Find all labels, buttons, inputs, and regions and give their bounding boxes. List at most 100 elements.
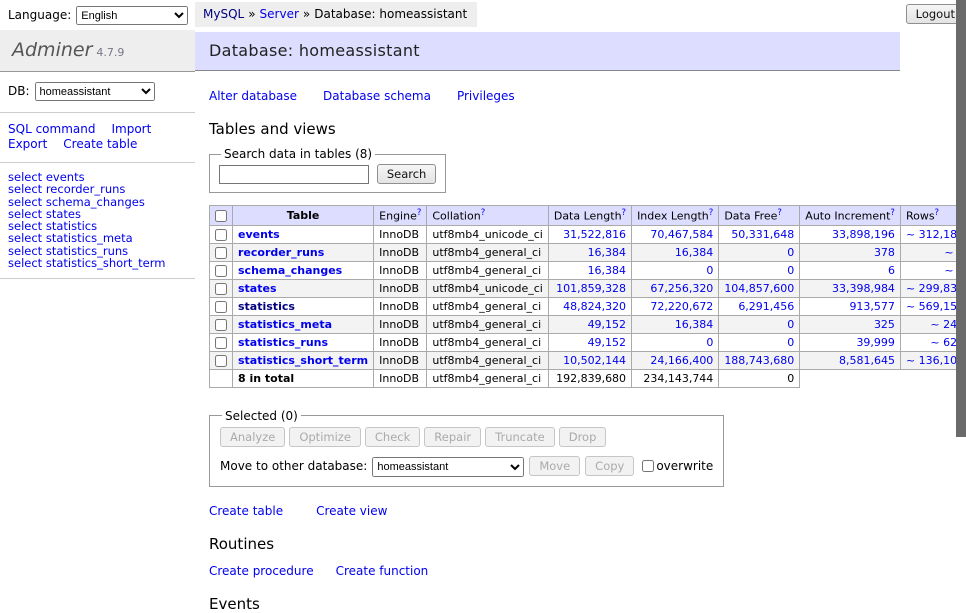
- analyze-button[interactable]: Analyze: [220, 427, 285, 447]
- app-version[interactable]: 4.7.9: [96, 46, 124, 59]
- copy-button[interactable]: Copy: [585, 456, 634, 476]
- row-checkbox[interactable]: [215, 337, 227, 349]
- search-button[interactable]: Search: [377, 164, 437, 184]
- row-select-cell: [210, 261, 233, 279]
- table-link-statistics_meta[interactable]: statistics_meta: [238, 318, 332, 331]
- help-link[interactable]: ?: [935, 208, 940, 218]
- row-checkbox[interactable]: [215, 301, 227, 313]
- privileges-link[interactable]: Privileges: [457, 89, 515, 103]
- create-procedure-link[interactable]: Create procedure: [209, 564, 314, 578]
- table-name-cell: recorder_runs: [233, 243, 374, 261]
- create-view-link[interactable]: Create view: [316, 504, 387, 518]
- column-header-engine: Engine?: [374, 206, 427, 226]
- help-link[interactable]: ?: [777, 208, 782, 218]
- app-header: Adminer4.7.9: [0, 30, 195, 72]
- scrollbar-thumb[interactable]: [956, 0, 966, 437]
- routines-links-row: Create procedure Create function: [209, 564, 956, 578]
- engine-cell: InnoDB: [374, 243, 427, 261]
- auto-increment-cell: 8,581,645: [800, 351, 901, 369]
- breadcrumb-separator: »: [303, 7, 310, 21]
- help-link[interactable]: ?: [709, 208, 714, 218]
- total-label-cell: 8 in total: [233, 369, 374, 387]
- sidebar-link-sql-command[interactable]: SQL command: [8, 122, 95, 136]
- language-select[interactable]: English: [76, 6, 188, 25]
- auto-increment-cell: 39,999: [800, 333, 901, 351]
- check-button[interactable]: Check: [365, 427, 420, 447]
- help-link[interactable]: ?: [890, 208, 895, 218]
- database-nav-links: Alter database Database schema Privileges: [209, 89, 956, 103]
- table-link-statistics[interactable]: statistics: [238, 300, 295, 313]
- collation-cell: utf8mb4_general_ci: [427, 243, 548, 261]
- page-title: Database: homeassistant: [195, 32, 900, 71]
- sidebar-link-export[interactable]: Export: [8, 137, 47, 151]
- auto-increment-cell: 913,577: [800, 297, 901, 315]
- repair-button[interactable]: Repair: [424, 427, 481, 447]
- engine-cell: InnoDB: [374, 333, 427, 351]
- auto-increment-cell: 33,398,984: [800, 279, 901, 297]
- sidebar-link-select-recorder_runs[interactable]: select recorder_runs: [8, 183, 187, 195]
- alter-database-link[interactable]: Alter database: [209, 89, 297, 103]
- data-free-cell: 0: [719, 315, 800, 333]
- table-name-cell: statistics: [233, 297, 374, 315]
- move-button[interactable]: Move: [529, 456, 580, 476]
- auto-increment-cell: 33,898,196: [800, 225, 901, 243]
- sidebar-link-create-table[interactable]: Create table: [63, 137, 137, 151]
- db-select[interactable]: homeassistant: [35, 82, 155, 101]
- move-db-select[interactable]: homeassistant: [372, 457, 524, 477]
- auto-increment-cell: 378: [800, 243, 901, 261]
- language-row: Language:English: [0, 0, 195, 30]
- data-free-cell: 6,291,456: [719, 297, 800, 315]
- select-all-checkbox[interactable]: [215, 210, 227, 222]
- create-function-link[interactable]: Create function: [336, 564, 429, 578]
- sidebar-link-select-statistics_meta[interactable]: select statistics_meta: [8, 232, 187, 244]
- search-input[interactable]: [219, 165, 369, 184]
- sidebar-link-import[interactable]: Import: [111, 122, 151, 136]
- data-length-cell: 101,859,328: [548, 279, 631, 297]
- database-schema-link[interactable]: Database schema: [323, 89, 431, 103]
- row-checkbox[interactable]: [215, 265, 227, 277]
- optimize-button[interactable]: Optimize: [289, 427, 361, 447]
- engine-cell: InnoDB: [374, 297, 427, 315]
- data-length-cell: 16,384: [548, 243, 631, 261]
- table-name-cell: statistics_runs: [233, 333, 374, 351]
- selected-legend: Selected (0): [222, 409, 301, 423]
- row-checkbox[interactable]: [215, 319, 227, 331]
- create-table-link[interactable]: Create table: [209, 504, 283, 518]
- column-header-data-free: Data Free?: [719, 206, 800, 226]
- table-row: statistics_runsInnoDButf8mb4_general_ci4…: [210, 333, 966, 351]
- auto-increment-cell: 325: [800, 315, 901, 333]
- data-free-cell: 188,743,680: [719, 351, 800, 369]
- table-link-statistics_runs[interactable]: statistics_runs: [238, 336, 328, 349]
- total-engine-cell: InnoDB: [374, 369, 427, 387]
- help-link[interactable]: ?: [417, 208, 422, 218]
- breadcrumb-link-mysql[interactable]: MySQL: [203, 7, 244, 21]
- table-link-statistics_short_term[interactable]: statistics_short_term: [238, 354, 368, 367]
- row-checkbox[interactable]: [215, 247, 227, 259]
- engine-cell: InnoDB: [374, 279, 427, 297]
- selected-buttons-row: AnalyzeOptimizeCheckRepairTruncateDrop: [220, 427, 713, 447]
- index-length-cell: 24,166,400: [632, 351, 719, 369]
- index-length-cell: 0: [632, 261, 719, 279]
- help-link[interactable]: ?: [481, 208, 486, 218]
- total-index-length-cell: 234,143,744: [632, 369, 719, 387]
- overwrite-checkbox[interactable]: [642, 460, 654, 472]
- collation-cell: utf8mb4_general_ci: [427, 297, 548, 315]
- breadcrumb-link-server[interactable]: Server: [260, 7, 299, 21]
- table-link-recorder_runs[interactable]: recorder_runs: [238, 246, 324, 259]
- table-link-schema_changes[interactable]: schema_changes: [238, 264, 342, 277]
- table-link-states[interactable]: states: [238, 282, 277, 295]
- total-data-length-cell: 192,839,680: [548, 369, 631, 387]
- index-length-cell: 16,384: [632, 315, 719, 333]
- data-free-cell: 0: [719, 243, 800, 261]
- table-link-events[interactable]: events: [238, 228, 280, 241]
- sidebar-table-links: select eventsselect recorder_runsselect …: [0, 163, 195, 279]
- drop-button[interactable]: Drop: [559, 427, 607, 447]
- row-checkbox[interactable]: [215, 229, 227, 241]
- row-select-cell: [210, 351, 233, 369]
- row-checkbox[interactable]: [215, 355, 227, 367]
- row-select-cell: [210, 315, 233, 333]
- sidebar-link-select-statistics_short_term[interactable]: select statistics_short_term: [8, 257, 187, 269]
- help-link[interactable]: ?: [622, 208, 627, 218]
- truncate-button[interactable]: Truncate: [485, 427, 555, 447]
- row-checkbox[interactable]: [215, 283, 227, 295]
